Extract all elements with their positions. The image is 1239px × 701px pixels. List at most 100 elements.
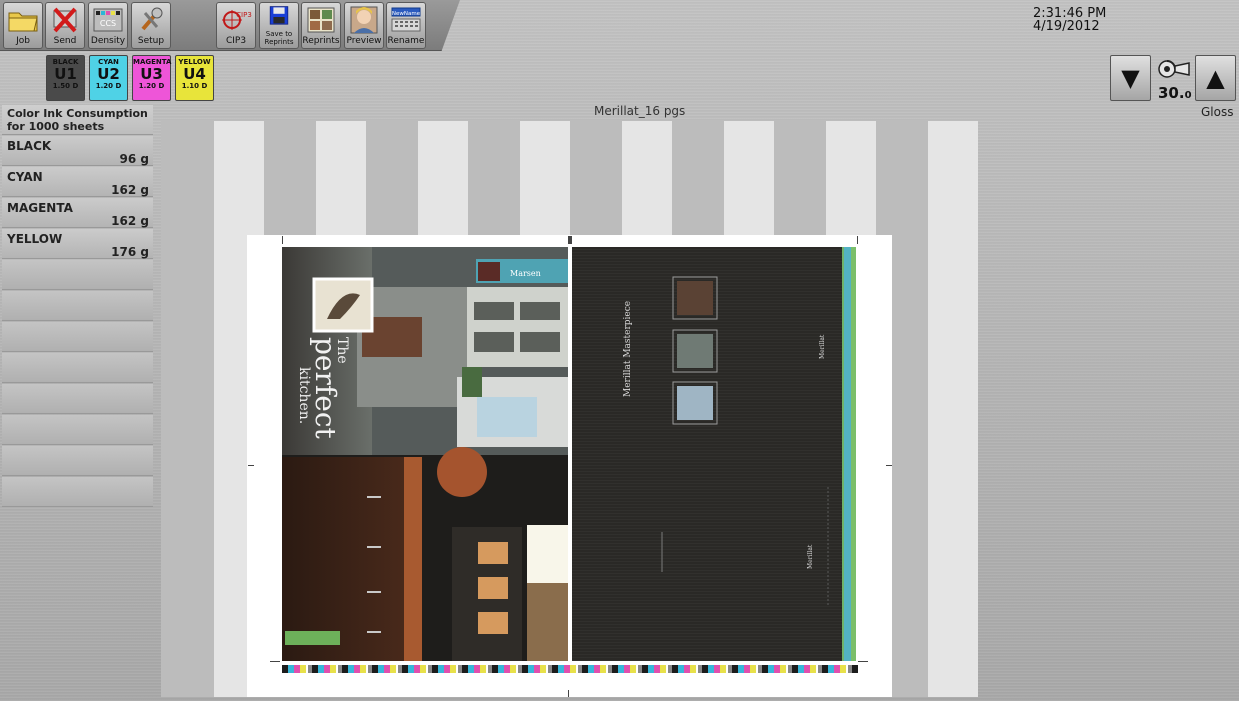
- svg-text:CCS: CCS: [100, 19, 116, 28]
- crop-mark: [282, 236, 283, 244]
- preview-label: Preview: [346, 36, 382, 46]
- register-mark: [248, 465, 254, 466]
- headline-perfect: perfect: [309, 337, 342, 439]
- setup-label: Setup: [137, 36, 165, 46]
- unit-black-badge[interactable]: BLACK U1 1.50 D: [46, 55, 85, 101]
- folder-icon: [8, 12, 38, 32]
- down-arrow-icon: ▼: [1121, 64, 1140, 92]
- register-mark: [568, 690, 569, 697]
- ink-panel-title: Color Ink Consumption: [7, 107, 148, 120]
- crop-mark: [857, 236, 858, 244]
- cip3-target-icon: CIP3: [222, 10, 252, 30]
- rename-keyboard-icon: NewName: [391, 7, 421, 32]
- ink-row-magenta: MAGENTA 162 g: [2, 198, 153, 228]
- job-label: Job: [16, 36, 30, 46]
- gloss-value-decimal: 0: [1184, 90, 1192, 101]
- ink-name: MAGENTA: [7, 201, 73, 215]
- preview-photo-icon: [350, 6, 378, 34]
- reprints-button[interactable]: Reprints: [301, 2, 341, 49]
- gloss-increase-button[interactable]: ▲: [1195, 55, 1236, 101]
- density-label: Density: [90, 36, 126, 46]
- send-button[interactable]: Send: [45, 2, 85, 49]
- unit-magenta-badge[interactable]: MAGENTA U3 1.20 D: [132, 55, 171, 101]
- ink-row-cyan: CYAN 162 g: [2, 167, 153, 197]
- density-button[interactable]: CCS Density: [88, 2, 128, 49]
- bleed-cyan-strip: [844, 247, 851, 661]
- save-to-reprints-label: Save to Reprints: [264, 30, 294, 46]
- ink-value: 162 g: [111, 214, 149, 228]
- crop-mark: [270, 661, 280, 662]
- unit-density: 1.50 D: [52, 82, 79, 90]
- svg-text:CIP3: CIP3: [236, 11, 252, 19]
- clock: 2:31:46 PM 4/19/2012: [1033, 7, 1106, 33]
- save-to-reprints-button[interactable]: Save to Reprints: [259, 2, 299, 49]
- cip3-label: CIP3: [225, 36, 247, 46]
- ink-empty-row: [2, 477, 153, 507]
- unit-density: 1.10 D: [181, 82, 208, 90]
- send-label: Send: [53, 36, 77, 46]
- center-mark: [568, 236, 572, 244]
- svg-text:NewName: NewName: [392, 11, 421, 17]
- left-page-tab-label: Marsen: [510, 269, 541, 278]
- preview-button[interactable]: Preview: [344, 2, 384, 49]
- ink-value: 96 g: [119, 152, 149, 166]
- rename-button[interactable]: NewName Rename: [386, 2, 426, 49]
- unit-number: U1: [54, 65, 77, 83]
- ink-empty-row: [2, 353, 153, 383]
- ink-empty-row: [2, 291, 153, 321]
- unit-number: U3: [140, 65, 163, 83]
- ink-panel-subtitle: for 1000 sheets: [7, 120, 105, 133]
- color-control-bar: [282, 665, 858, 673]
- unit-yellow-badge[interactable]: YELLOW U4 1.10 D: [175, 55, 214, 101]
- register-mark: [886, 465, 892, 466]
- ink-row-black: BLACK 96 g: [2, 136, 153, 166]
- brochure-cover-graphic: Merillat Masterpiece Merillat Merillat: [623, 247, 844, 661]
- unit-density: 1.20 D: [95, 82, 122, 90]
- gloss-fan-icon: [1158, 60, 1190, 78]
- rename-label: Rename: [387, 36, 425, 46]
- ink-name: CYAN: [7, 170, 43, 184]
- job-name: Merillat_16 pgs: [594, 104, 686, 118]
- unit-cyan-badge[interactable]: CYAN U2 1.20 D: [89, 55, 128, 101]
- ink-row-yellow: YELLOW 176 g: [2, 229, 153, 259]
- right-page-brand-bottom: Merillat: [807, 544, 814, 569]
- gloss-value-main: 30.: [1158, 84, 1185, 102]
- right-page-preview: Merillat Masterpiece Merillat Merillat: [572, 247, 856, 661]
- right-page-title: Merillat Masterpiece: [623, 301, 633, 397]
- gloss-label: Gloss: [1201, 105, 1234, 119]
- right-page-brand-top: Merillat: [819, 334, 826, 359]
- gloss-decrease-button[interactable]: ▼: [1110, 55, 1151, 101]
- ink-consumption-panel: Color Ink Consumption for 1000 sheets BL…: [2, 105, 153, 507]
- job-button[interactable]: Job: [3, 2, 43, 49]
- ink-value: 162 g: [111, 183, 149, 197]
- main-toolbar: Job Send CCS Density Setup CIP3 CIP3 Sav…: [0, 0, 465, 52]
- clock-date: 4/19/2012: [1033, 19, 1100, 34]
- bleed-green-strip: [851, 247, 856, 661]
- gloss-value: 30.0: [1158, 84, 1192, 102]
- ink-empty-row: [2, 446, 153, 476]
- ink-empty-row: [2, 260, 153, 290]
- ink-value: 176 g: [111, 245, 149, 259]
- ink-name: BLACK: [7, 139, 52, 153]
- headline-kitchen: kitchen.: [296, 367, 312, 424]
- send-disabled-icon: [53, 7, 77, 33]
- unit-number: U4: [183, 65, 206, 83]
- tools-icon: [141, 7, 163, 31]
- reprints-label: Reprints: [302, 36, 340, 46]
- ink-empty-row: [2, 322, 153, 352]
- kitchen-photo-graphic: Marsen The perfect kitchen.: [282, 247, 568, 661]
- ink-panel-header: Color Ink Consumption for 1000 sheets: [2, 105, 153, 135]
- density-strip-icon: CCS: [93, 8, 123, 32]
- cip3-button[interactable]: CIP3 CIP3: [216, 2, 256, 49]
- crop-mark: [858, 661, 868, 662]
- unit-density: 1.20 D: [138, 82, 165, 90]
- up-arrow-icon: ▲: [1206, 64, 1225, 92]
- unit-number: U2: [97, 65, 120, 83]
- floppy-disk-icon: [269, 6, 289, 25]
- ink-name: YELLOW: [7, 232, 63, 246]
- ink-empty-row: [2, 384, 153, 414]
- setup-button[interactable]: Setup: [131, 2, 171, 49]
- left-page-preview: Marsen The perfect kitchen.: [282, 247, 568, 661]
- ink-empty-row: [2, 415, 153, 445]
- stacked-prints-icon: [307, 7, 335, 33]
